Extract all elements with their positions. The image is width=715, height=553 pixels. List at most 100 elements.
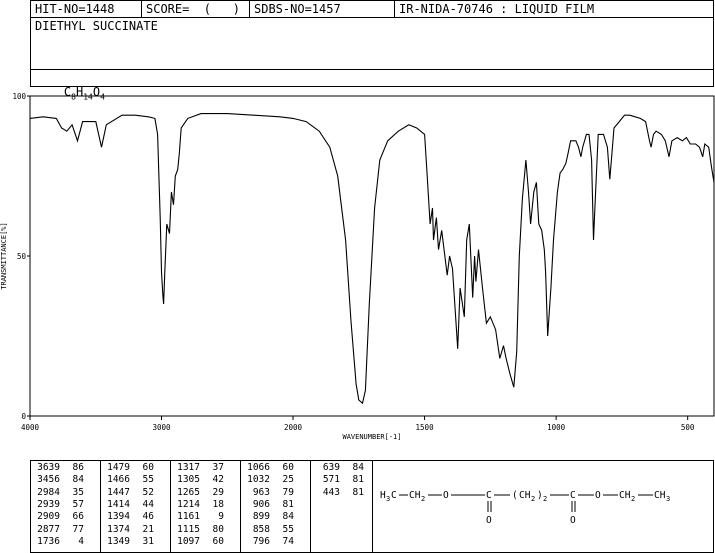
struct-ch3-sub: 3 — [666, 495, 670, 503]
peak-transmittance: 25 — [282, 474, 294, 486]
peak-wavenumber: 906 — [252, 498, 270, 510]
peak-wavenumber: 2939 — [37, 498, 60, 510]
peak-transmittance: 81 — [282, 498, 294, 510]
peak-transmittance: 57 — [72, 498, 84, 510]
peak-transmittance: 42 — [212, 474, 224, 486]
x-tick-label: 1500 — [416, 423, 435, 432]
peak-transmittance: 37 — [212, 462, 224, 473]
compound-name-box: DIETHYL SUCCINATE — [30, 17, 714, 70]
header-bar: HIT-NO=1448 SCORE= ( ) SDBS-NO=1457 IR-N… — [30, 0, 714, 18]
peak-wavenumber: 443 — [322, 486, 340, 498]
x-tick-label: 500 — [681, 423, 695, 432]
peak-transmittance: 60 — [282, 462, 294, 473]
struct-h3c-c: C — [391, 490, 397, 501]
peak-transmittance: 84 — [282, 511, 294, 523]
y-axis-ticks: 0 50 100 — [12, 92, 30, 421]
struct-o2: O — [595, 490, 601, 501]
peak-transmittance: 84 — [72, 474, 84, 486]
y-tick-label: 0 — [21, 412, 26, 421]
x-tick-label: 3000 — [152, 423, 171, 432]
peak-wavenumber: 3456 — [37, 474, 60, 486]
peak-table-divider — [240, 460, 241, 553]
peak-transmittance: 21 — [142, 523, 154, 535]
peak-wavenumber: 3639 — [37, 462, 60, 473]
peak-transmittance: 29 — [212, 486, 224, 498]
peak-wavenumber: 571 — [322, 474, 340, 486]
peak-transmittance: 18 — [212, 498, 224, 510]
peak-transmittance: 86 — [72, 462, 84, 473]
peak-wavenumber: 1349 — [107, 535, 130, 547]
y-axis-label: TRANSMITTANCE[%] — [0, 222, 8, 289]
peak-transmittance: 60 — [142, 462, 154, 473]
peak-wavenumber: 1305 — [177, 474, 200, 486]
struct-paren-sub: 2 — [543, 495, 547, 503]
hit-no: HIT-NO=1448 — [35, 2, 115, 16]
peak-wavenumber: 1466 — [107, 474, 130, 486]
struct-ch2-a: CH — [409, 490, 421, 501]
peak-wavenumber: 639 — [322, 462, 340, 473]
peak-transmittance: 9 — [218, 511, 224, 523]
peak-wavenumber: 963 — [252, 486, 270, 498]
struct-ch2-mid: CH — [519, 490, 531, 501]
y-tick-label: 50 — [17, 252, 27, 261]
chemical-structure: H 3 C CH 2 O C O ( CH 2 ) 2 C O O CH 2 C… — [380, 490, 670, 526]
peak-table-divider — [170, 460, 171, 553]
struct-ch2-b: CH — [619, 490, 631, 501]
peak-transmittance: 74 — [282, 535, 294, 547]
struct-ch2-b-sub: 2 — [631, 495, 635, 503]
peak-transmittance: 55 — [282, 523, 294, 535]
peak-wavenumber: 1214 — [177, 498, 200, 510]
peak-wavenumber: 858 — [252, 523, 270, 535]
peak-transmittance: 35 — [72, 486, 84, 498]
peak-wavenumber: 796 — [252, 535, 270, 547]
peak-transmittance: 55 — [142, 474, 154, 486]
peak-wavenumber: 1479 — [107, 462, 130, 473]
peak-transmittance: 81 — [352, 486, 364, 498]
peak-transmittance: 77 — [72, 523, 84, 535]
peak-table-divider — [310, 460, 311, 553]
struct-ch3: CH — [654, 490, 666, 501]
struct-ch2-a-sub: 2 — [421, 495, 425, 503]
peak-transmittance: 79 — [282, 486, 294, 498]
peak-wavenumber: 1097 — [177, 535, 200, 547]
peak-wavenumber: 2877 — [37, 523, 60, 535]
peak-transmittance: 81 — [352, 474, 364, 486]
compound-name: DIETHYL SUCCINATE — [35, 19, 158, 33]
y-tick-label: 100 — [12, 92, 26, 101]
x-axis-ticks: 4000 3000 2000 1500 1000 500 — [21, 416, 695, 432]
struct-h3c-sub: 3 — [386, 495, 390, 503]
peak-transmittance: 80 — [212, 523, 224, 535]
peak-wavenumber: 1736 — [37, 535, 60, 547]
x-tick-label: 2000 — [284, 423, 303, 432]
peak-transmittance: 84 — [352, 462, 364, 473]
peak-transmittance: 46 — [142, 511, 154, 523]
ir-nida: IR-NIDA-70746 : LIQUID FILM — [394, 1, 714, 18]
formula-box: C8H14O4 — [30, 69, 714, 101]
peak-wavenumber: 1447 — [107, 486, 130, 498]
struct-ch2-mid-sub: 2 — [531, 495, 535, 503]
peak-wavenumber: 1414 — [107, 498, 130, 510]
peak-wavenumber: 1066 — [247, 462, 270, 473]
peak-table-divider — [100, 460, 101, 553]
ir-spectrum-chart: 4000 3000 2000 1500 1000 500 0 50 100 WAVENUMBE… — [0, 92, 715, 441]
peak-transmittance: 31 — [142, 535, 154, 547]
struct-lparen: ( — [512, 490, 518, 501]
struct-rparen: ) — [537, 490, 543, 501]
peak-wavenumber: 1161 — [177, 511, 200, 523]
struct-c1-o: O — [486, 515, 492, 526]
struct-c2: C — [570, 490, 576, 501]
peak-wavenumber: 1394 — [107, 511, 130, 523]
peak-wavenumber: 1115 — [177, 523, 200, 535]
peak-wavenumber: 1317 — [177, 462, 200, 473]
peak-wavenumber: 1265 — [177, 486, 200, 498]
score: SCORE= ( ) — [141, 1, 249, 18]
peak-transmittance: 60 — [212, 535, 224, 547]
sdbs-no: SDBS-NO=1457 — [249, 1, 394, 18]
struct-o1: O — [443, 490, 449, 501]
struct-c2-o: O — [570, 515, 576, 526]
peak-transmittance: 52 — [142, 486, 154, 498]
peak-wavenumber: 2984 — [37, 486, 60, 498]
peak-wavenumber: 2909 — [37, 511, 60, 523]
spectrum-line — [29, 113, 715, 405]
peak-wavenumber: 1032 — [247, 474, 270, 486]
